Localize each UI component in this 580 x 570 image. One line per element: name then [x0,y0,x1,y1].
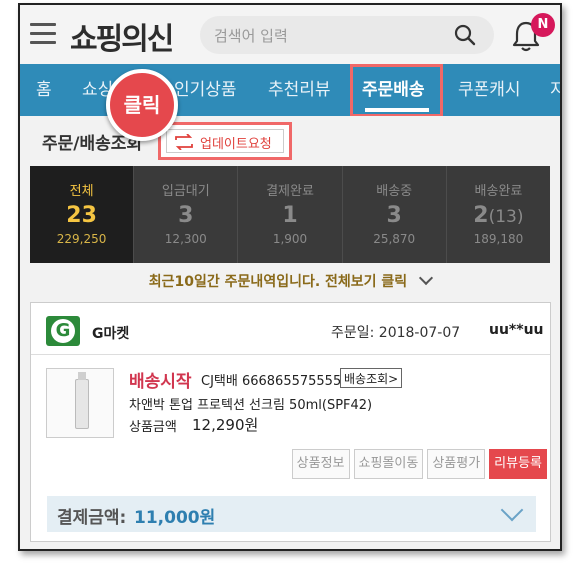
order-date: 주문일: 2018-07-07 [331,325,461,341]
payment-value: 11,000원 [134,508,216,528]
click-annotation-bubble: 클릭 [106,69,178,141]
market-name: G마켓 [92,326,130,342]
payment-label: 결제금액: [57,508,127,528]
stat-amount: 25,870 [373,232,416,246]
tab-coupons[interactable]: 쿠폰캐시 [458,64,521,116]
product-price: 12,290원 [192,416,259,434]
update-request-label: 업데이트요청 [200,137,272,152]
stat-amount: 1,900 [272,232,308,246]
recent-notice-text: 최근10일간 주문내역입니다. 전체보기 클릭 [148,274,408,290]
stat-name: 입금대기 [161,184,210,199]
buyer-id: uu**uu [489,322,544,338]
order-actions: 상품정보 쇼핑몰이동 상품평가 리뷰등록 [291,449,547,479]
stat-amount: 12,300 [164,232,207,246]
stat-awaiting-payment[interactable]: 입금대기 3 12,300 [134,166,239,263]
write-review-button[interactable]: 리뷰등록 [489,449,547,479]
chevron-down-icon[interactable] [500,498,524,522]
stat-count-sub: (13) [488,207,524,227]
search-input[interactable]: 검색어 입력 [200,16,494,54]
stat-name: 배송완료 [474,184,523,199]
tab-reviews[interactable]: 추천리뷰 [268,64,331,116]
chevron-down-icon [419,270,434,286]
active-tab-highlight [350,64,443,117]
stat-all[interactable]: 전체 23 229,250 [30,166,135,263]
track-delivery-button[interactable]: 배송조회> [340,368,403,388]
stat-count: 3 [386,203,402,228]
stat-count: 2(13) [473,203,524,228]
product-name[interactable]: 차앤박 톤업 프로텍션 선크림 50ml(SPF42) [129,394,372,413]
notification-badge: N [531,13,555,37]
gmarket-logo-icon: G [46,316,80,346]
stat-amount: 189,180 [473,232,524,246]
tab-home[interactable]: 홈 [36,64,52,116]
stat-name: 전체 [69,184,94,199]
update-request-button[interactable]: 업데이트요청 [166,129,284,153]
app-header: 쇼핑의신 검색어 입력 N [20,5,560,64]
app-frame: 쇼핑의신 검색어 입력 N 홈 쇼싱 인기상품 추천리뷰 주문배송 쿠폰캐시 지… [18,3,562,551]
go-to-mall-button[interactable]: 쇼핑몰이동 [353,449,424,479]
recent-orders-notice[interactable]: 최근10일간 주문내역입니다. 전체보기 클릭 [20,270,560,291]
product-thumbnail[interactable] [46,368,114,438]
stat-shipping[interactable]: 배송중 3 25,870 [343,166,447,263]
stat-count: 1 [282,203,298,228]
order-card-header: G G마켓 주문일: 2018-07-07 uu**uu [31,303,550,355]
rate-product-button[interactable]: 상품평가 [427,449,486,479]
stat-name: 결제완료 [266,184,314,199]
order-card: G G마켓 주문일: 2018-07-07 uu**uu 배송시작 CJ택배 6… [30,302,551,542]
stat-count: 3 [178,203,194,228]
payment-summary[interactable]: 결제금액: 11,000원 [47,496,536,532]
search-placeholder: 검색어 입력 [214,27,288,45]
stat-count: 23 [66,203,97,228]
price-label: 상품금액 [129,420,177,435]
tab-more[interactable]: 지 [550,64,560,116]
stat-delivered[interactable]: 배송완료 2(13) 189,180 [447,166,550,263]
stat-amount: 229,250 [56,232,107,246]
stat-paid[interactable]: 결제완료 1 1,900 [238,166,343,263]
update-highlight: 업데이트요청 [158,122,292,160]
delivery-status: 배송시작 [129,372,192,392]
product-info-button[interactable]: 상품정보 [291,449,350,479]
courier-tracking-number: CJ택배 666865575555 [201,374,342,389]
stat-name: 배송중 [376,184,413,199]
app-logo[interactable]: 쇼핑의신 [70,14,174,58]
category-nav: 홈 쇼싱 인기상품 추천리뷰 주문배송 쿠폰캐시 지 [20,64,560,116]
search-icon[interactable] [454,24,476,46]
refresh-icon [175,134,193,150]
hamburger-menu-icon[interactable] [30,23,56,45]
tab-popular[interactable]: 인기상품 [174,64,237,116]
order-stats: 전체 23 229,250 입금대기 3 12,300 결제완료 1 1,900… [30,166,550,263]
